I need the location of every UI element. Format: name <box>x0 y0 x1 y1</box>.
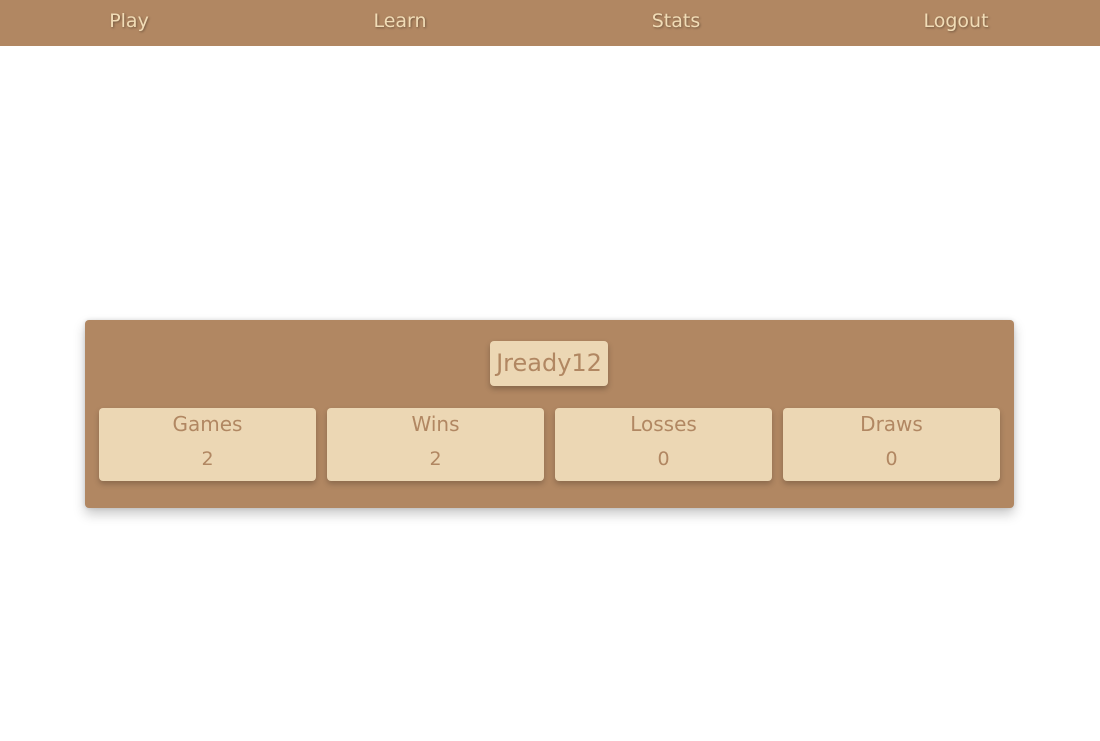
stat-value-losses: 0 <box>657 448 670 470</box>
stat-card-wins: Wins 2 <box>327 408 544 481</box>
nav-play-link[interactable]: Play <box>109 0 149 42</box>
stat-value-wins: 2 <box>429 448 442 470</box>
nav-logout-link[interactable]: Logout <box>923 0 988 42</box>
stat-value-games: 2 <box>201 448 214 470</box>
nav-learn-link[interactable]: Learn <box>373 0 426 42</box>
stat-value-draws: 0 <box>885 448 898 470</box>
stat-label-wins: Wins <box>411 412 460 436</box>
stat-label-losses: Losses <box>630 412 697 436</box>
stat-card-losses: Losses 0 <box>555 408 772 481</box>
nav-stats-link[interactable]: Stats <box>652 0 701 42</box>
username-badge: Jready12 <box>490 341 608 386</box>
stat-card-games: Games 2 <box>99 408 316 481</box>
stat-card-draws: Draws 0 <box>783 408 1000 481</box>
stat-label-games: Games <box>172 412 243 436</box>
top-navbar: Play Learn Stats Logout <box>0 0 1100 46</box>
stat-label-draws: Draws <box>860 412 923 436</box>
